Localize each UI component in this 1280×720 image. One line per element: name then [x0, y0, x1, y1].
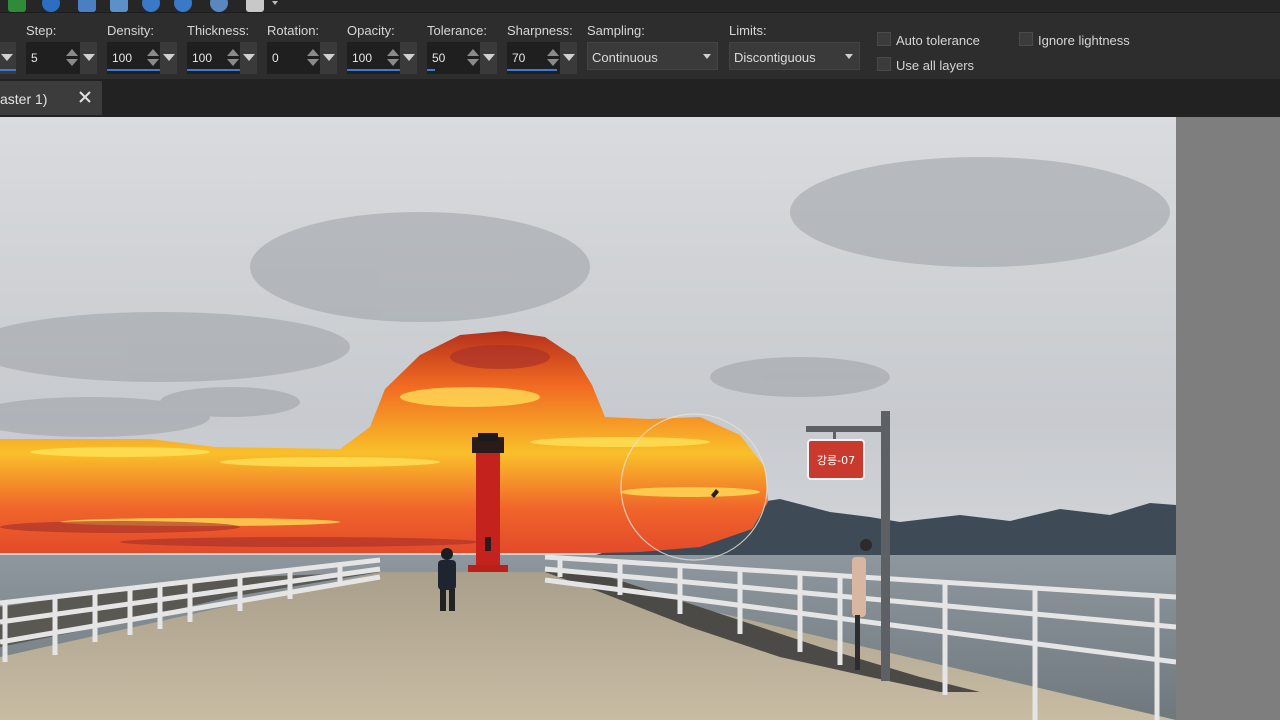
thickness-spinbox[interactable]: 100: [187, 42, 240, 74]
rotation-spin-arrows[interactable]: [307, 48, 319, 68]
rotation-spinbox[interactable]: 0: [267, 42, 320, 74]
opacity-value[interactable]: 100: [352, 51, 372, 65]
image-canvas[interactable]: 강릉-07: [0, 117, 1176, 720]
tool-options-bar: Step: 5 Density: 100 Thickness: 100 Rota…: [0, 12, 1280, 80]
rotation-dropdown-button[interactable]: [320, 42, 337, 74]
prev-dropdown-button[interactable]: [0, 42, 16, 74]
document-tab-title[interactable]: aster 1): [0, 91, 47, 107]
dice-icon[interactable]: [110, 0, 128, 12]
opacity-label: Opacity:: [347, 23, 395, 38]
zoom-fit-icon[interactable]: [210, 0, 228, 12]
zoom-in-icon[interactable]: [174, 0, 192, 12]
step-spin-arrows[interactable]: [66, 48, 78, 68]
thickness-dropdown-button[interactable]: [240, 42, 257, 74]
sharpness-spinbox[interactable]: 70: [507, 42, 560, 74]
thickness-value[interactable]: 100: [192, 51, 212, 65]
calculator-icon[interactable]: [78, 0, 96, 12]
opacity-spin-arrows[interactable]: [387, 48, 399, 68]
opacity-spinbox[interactable]: 100: [347, 42, 400, 74]
use-all-layers-checkbox[interactable]: [877, 57, 891, 71]
ignore-lightness-label[interactable]: Ignore lightness: [1038, 33, 1130, 48]
sign-text: 강릉-07: [817, 454, 855, 467]
tolerance-spin-arrows[interactable]: [467, 48, 479, 68]
info-icon[interactable]: [42, 0, 60, 12]
limits-value[interactable]: Discontiguous: [734, 50, 816, 65]
step-label: Step:: [26, 23, 57, 38]
density-dropdown-button[interactable]: [160, 42, 177, 74]
tolerance-label: Tolerance:: [427, 23, 487, 38]
sharpness-value[interactable]: 70: [512, 51, 525, 65]
thickness-spin-arrows[interactable]: [227, 48, 239, 68]
brush-icon[interactable]: [8, 0, 26, 12]
density-label: Density:: [107, 23, 154, 38]
auto-tolerance-label[interactable]: Auto tolerance: [896, 33, 980, 48]
document-tab-bar: aster 1): [0, 79, 1280, 117]
tolerance-value[interactable]: 50: [432, 51, 445, 65]
limits-chevron-down-icon[interactable]: [845, 54, 853, 59]
sampling-label: Sampling:: [587, 23, 645, 38]
sharpness-spin-arrows[interactable]: [547, 48, 559, 68]
photo-canvas[interactable]: 강릉-07: [0, 117, 1176, 720]
zoom-out-icon[interactable]: [142, 0, 160, 12]
thickness-label: Thickness:: [187, 23, 250, 38]
step-dropdown-button[interactable]: [80, 42, 97, 74]
density-spinbox[interactable]: 100: [107, 42, 160, 74]
icon-toolbar: [0, 0, 1280, 12]
density-value[interactable]: 100: [112, 51, 132, 65]
sharpness-label: Sharpness:: [507, 23, 573, 38]
right-panel: [1176, 117, 1280, 720]
sampling-select[interactable]: Continuous: [587, 42, 718, 70]
clipboard-dropdown-icon[interactable]: [272, 1, 278, 5]
limits-select[interactable]: Discontiguous: [729, 42, 860, 70]
ignore-lightness-checkbox[interactable]: [1019, 32, 1033, 46]
opacity-dropdown-button[interactable]: [400, 42, 417, 74]
step-spinbox[interactable]: 5: [26, 42, 80, 74]
close-icon[interactable]: [77, 89, 93, 105]
sharpness-dropdown-button[interactable]: [560, 42, 577, 74]
document-tab[interactable]: aster 1): [0, 81, 102, 115]
auto-tolerance-checkbox[interactable]: [877, 32, 891, 46]
tolerance-dropdown-button[interactable]: [480, 42, 497, 74]
rotation-value[interactable]: 0: [272, 51, 279, 65]
sampling-chevron-down-icon[interactable]: [703, 54, 711, 59]
tolerance-spinbox[interactable]: 50: [427, 42, 480, 74]
limits-label: Limits:: [729, 23, 767, 38]
use-all-layers-label[interactable]: Use all layers: [896, 58, 974, 73]
step-value[interactable]: 5: [31, 51, 38, 65]
rotation-label: Rotation:: [267, 23, 320, 38]
sampling-value[interactable]: Continuous: [592, 50, 658, 65]
clipboard-icon[interactable]: [246, 0, 264, 12]
density-spin-arrows[interactable]: [147, 48, 159, 68]
